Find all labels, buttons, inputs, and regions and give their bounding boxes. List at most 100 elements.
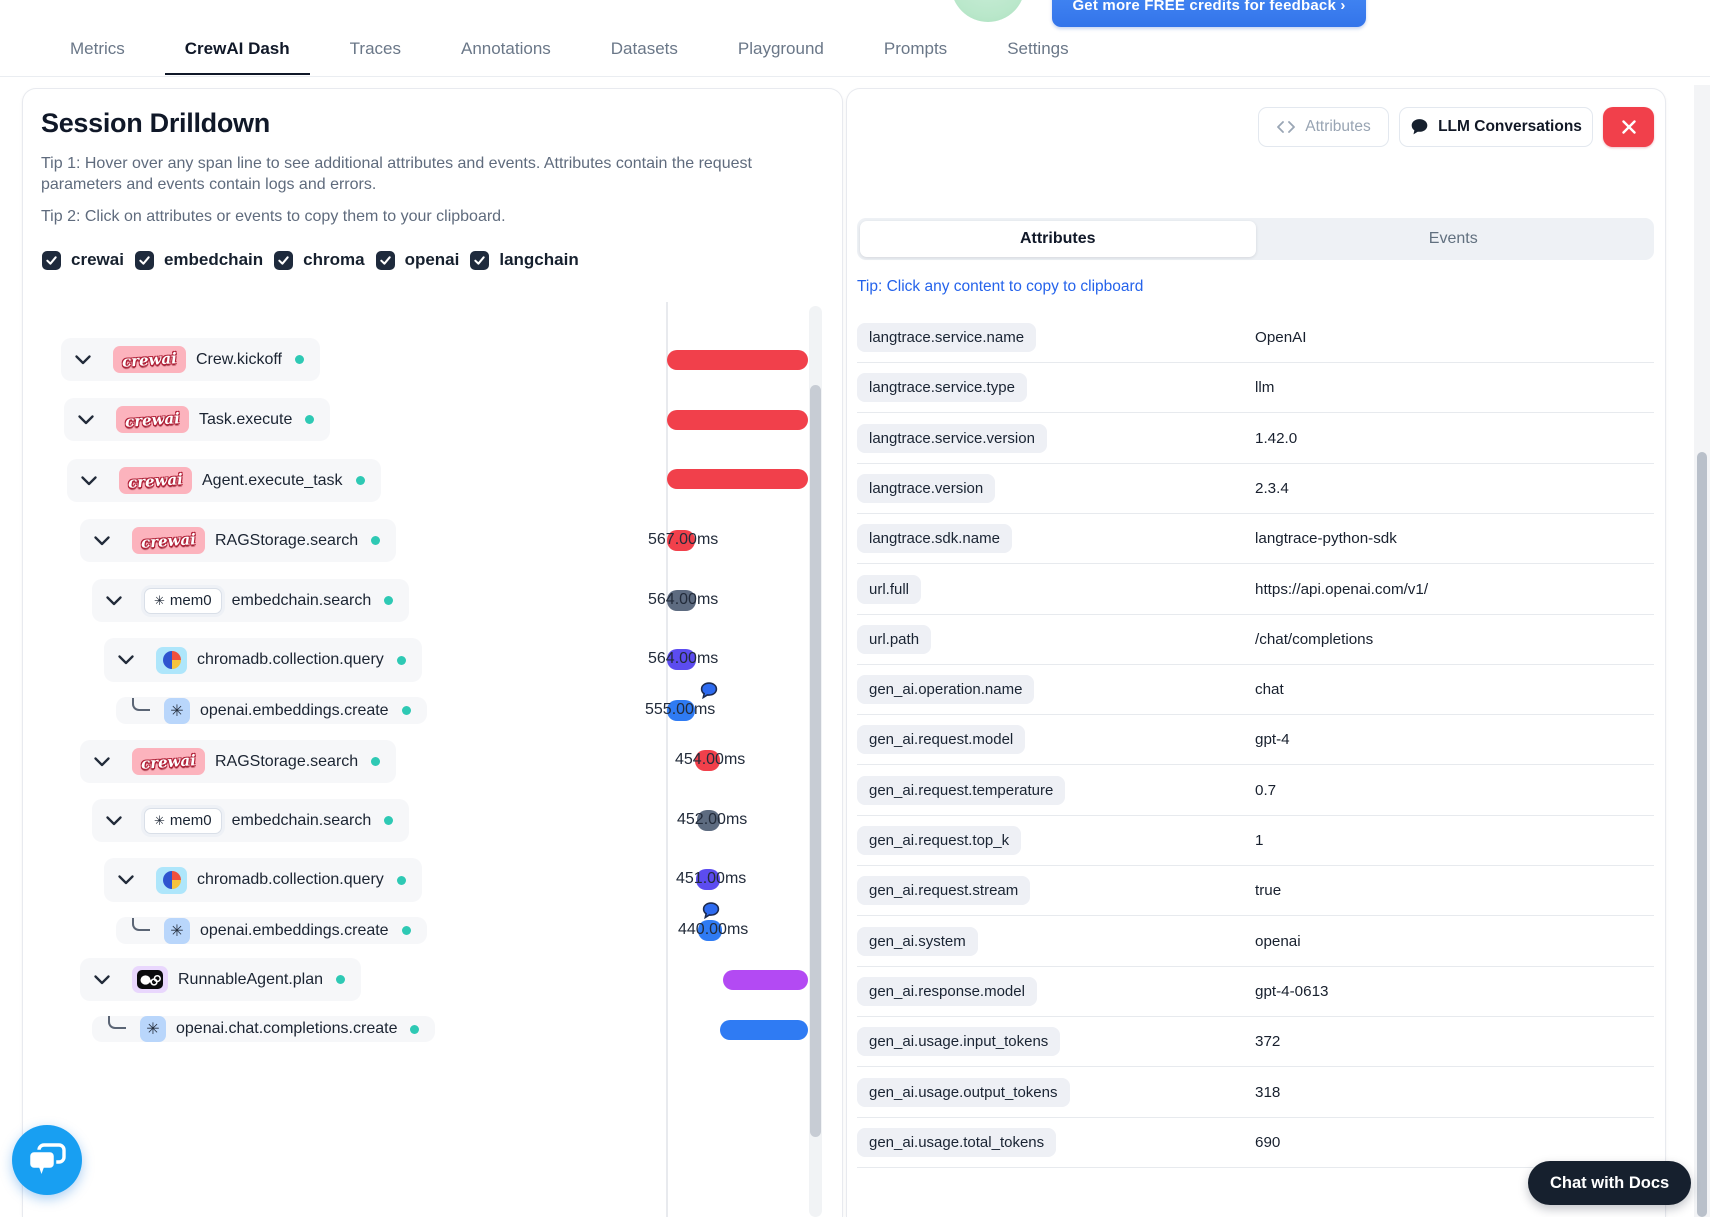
attribute-key[interactable]: gen_ai.usage.input_tokens (857, 1027, 1061, 1056)
nav-tab-prompts[interactable]: Prompts (864, 33, 967, 75)
span-row-task-execute[interactable]: crewai Task.execute (64, 398, 331, 441)
llm-conversations-button[interactable]: LLM Conversations (1399, 107, 1593, 147)
attribute-key[interactable]: gen_ai.operation.name (857, 675, 1035, 704)
tab-events[interactable]: Events (1256, 221, 1652, 257)
chat-with-docs-button[interactable]: Chat with Docs (1528, 1161, 1692, 1205)
filter-embedchain[interactable]: embedchain (134, 250, 263, 270)
attribute-value[interactable]: 0.7 (1255, 782, 1276, 799)
checkbox-langchain[interactable] (470, 250, 490, 270)
nav-tab-traces[interactable]: Traces (330, 33, 421, 75)
chat-widget-button[interactable] (12, 1125, 82, 1195)
filter-langchain[interactable]: langchain (470, 250, 579, 270)
span-row-embedchain-search[interactable]: ✳ mem0 embedchain.search (92, 799, 410, 842)
nav-tab-playground[interactable]: Playground (718, 33, 844, 75)
chevron-down-icon[interactable] (75, 354, 91, 365)
attribute-value[interactable]: https://api.openai.com/v1/ (1255, 581, 1428, 598)
timeline-bar-crew-kickoff[interactable] (667, 350, 808, 370)
attribute-key[interactable]: langtrace.service.type (857, 373, 1027, 402)
attribute-value[interactable]: 372 (1255, 1033, 1280, 1050)
chevron-down-icon[interactable] (106, 815, 122, 826)
chevron-down-icon[interactable] (81, 475, 97, 486)
filter-crewai[interactable]: crewai (42, 250, 124, 270)
filter-chroma[interactable]: chroma (274, 250, 365, 270)
chevron-down-icon[interactable] (94, 756, 110, 767)
timeline-bar-agent-execute-task[interactable] (667, 469, 808, 489)
span-row-crew-kickoff[interactable]: crewai Crew.kickoff (61, 338, 320, 381)
attribute-key[interactable]: langtrace.sdk.name (857, 524, 1012, 553)
timeline-scrollbar-thumb[interactable] (810, 385, 821, 1137)
status-dot (396, 655, 406, 665)
chevron-down-icon[interactable] (94, 974, 110, 985)
checkbox-crewai[interactable] (42, 250, 61, 270)
attribute-value[interactable]: 1 (1255, 832, 1263, 849)
span-row-openai-chat-completions-create[interactable]: ✳ openai.chat.completions.create (92, 1016, 436, 1042)
attribute-key[interactable]: gen_ai.response.model (857, 977, 1037, 1006)
attribute-value[interactable]: chat (1255, 681, 1284, 698)
span-row-agent-execute-task[interactable]: crewai Agent.execute_task (67, 459, 381, 502)
attribute-key[interactable]: gen_ai.request.temperature (857, 776, 1066, 805)
chevron-down-icon[interactable] (118, 655, 134, 665)
attribute-key[interactable]: langtrace.service.name (857, 323, 1037, 352)
nav-tab-annotations[interactable]: Annotations (441, 33, 571, 75)
attribute-value[interactable]: langtrace-python-sdk (1255, 530, 1397, 547)
checkbox-embedchain[interactable] (134, 250, 154, 270)
attribute-key[interactable]: gen_ai.system (857, 927, 978, 956)
span-row-ragstorage-search[interactable]: crewai RAGStorage.search (80, 740, 397, 783)
chevron-down-icon[interactable] (78, 414, 94, 425)
checkbox-openai[interactable] (375, 250, 395, 270)
chevron-down-icon[interactable] (106, 595, 122, 606)
timeline-bar-openai-chat-completions-create[interactable] (720, 1020, 808, 1040)
attribute-value[interactable]: gpt-4-0613 (1255, 983, 1328, 1000)
filter-openai[interactable]: openai (375, 250, 459, 270)
attribute-value[interactable]: llm (1255, 379, 1274, 396)
attribute-value[interactable]: 2.3.4 (1255, 480, 1289, 497)
attribute-key[interactable]: langtrace.service.version (857, 424, 1047, 453)
close-button[interactable] (1603, 107, 1654, 147)
attribute-key[interactable]: url.full (857, 575, 922, 604)
nav-tab-metrics[interactable]: Metrics (50, 33, 145, 75)
attribute-value[interactable]: gpt-4 (1255, 731, 1290, 748)
span-row-embedchain-search[interactable]: ✳ mem0 embedchain.search (92, 579, 410, 622)
attribute-value[interactable]: OpenAI (1255, 329, 1307, 346)
attribute-key[interactable]: gen_ai.usage.output_tokens (857, 1078, 1070, 1107)
attribute-value[interactable]: 1.42.0 (1255, 430, 1297, 447)
span-row-chromadb-collection-query[interactable]: chromadb.collection.query (104, 858, 422, 902)
span-row-runnableagent-plan[interactable]: RunnableAgent.plan (80, 958, 362, 1001)
span-name: openai.chat.completions.create (176, 1020, 398, 1037)
span-row-ragstorage-search[interactable]: crewai RAGStorage.search (80, 519, 397, 562)
attribute-value[interactable]: openai (1255, 933, 1301, 950)
attribute-key[interactable]: langtrace.version (857, 474, 996, 503)
attribute-key[interactable]: gen_ai.request.top_k (857, 826, 1022, 855)
attribute-key[interactable]: gen_ai.request.model (857, 725, 1026, 754)
timeline-bar-task-execute[interactable] (667, 410, 808, 430)
attribute-key[interactable]: url.path (857, 625, 932, 654)
attribute-key[interactable]: gen_ai.request.stream (857, 876, 1031, 905)
attribute-key[interactable]: gen_ai.usage.total_tokens (857, 1128, 1057, 1157)
detail-tab-bar: Attributes Events (857, 218, 1654, 260)
nav-tab-settings[interactable]: Settings (987, 33, 1088, 75)
chevron-down-icon[interactable] (118, 875, 134, 885)
tab-attributes[interactable]: Attributes (860, 221, 1256, 257)
attribute-row-url.path: url.path/chat/completions (857, 615, 1654, 665)
chevron-down-icon[interactable] (94, 535, 110, 546)
openai-icon: ✳ (164, 697, 190, 724)
span-name: embedchain.search (231, 591, 372, 609)
timeline-bar-runnableagent-plan[interactable] (723, 970, 808, 990)
attribute-value[interactable]: /chat/completions (1255, 631, 1373, 648)
attribute-value[interactable]: 690 (1255, 1134, 1280, 1151)
attribute-row-gen_ai.operation.name: gen_ai.operation.name chat (857, 665, 1654, 715)
free-credits-button[interactable]: Get more FREE credits for feedback › (1052, 0, 1366, 27)
crewai-icon: crewai (132, 748, 205, 775)
span-row-openai-embeddings-create[interactable]: ✳ openai.embeddings.create (116, 917, 427, 944)
openai-icon: ✳ (164, 917, 190, 944)
llm-bubble-icon (700, 682, 718, 704)
span-row-openai-embeddings-create[interactable]: ✳ openai.embeddings.create (116, 697, 427, 724)
checkbox-chroma[interactable] (274, 250, 294, 270)
attribute-value[interactable]: true (1255, 882, 1281, 899)
attributes-toggle-button[interactable]: Attributes (1258, 107, 1389, 147)
span-row-chromadb-collection-query[interactable]: chromadb.collection.query (104, 638, 422, 682)
nav-tab-crewai-dash[interactable]: CrewAI Dash (164, 33, 310, 75)
attribute-value[interactable]: 318 (1255, 1084, 1280, 1101)
nav-tab-datasets[interactable]: Datasets (591, 33, 698, 75)
page-scrollbar-thumb[interactable] (1697, 452, 1707, 1217)
